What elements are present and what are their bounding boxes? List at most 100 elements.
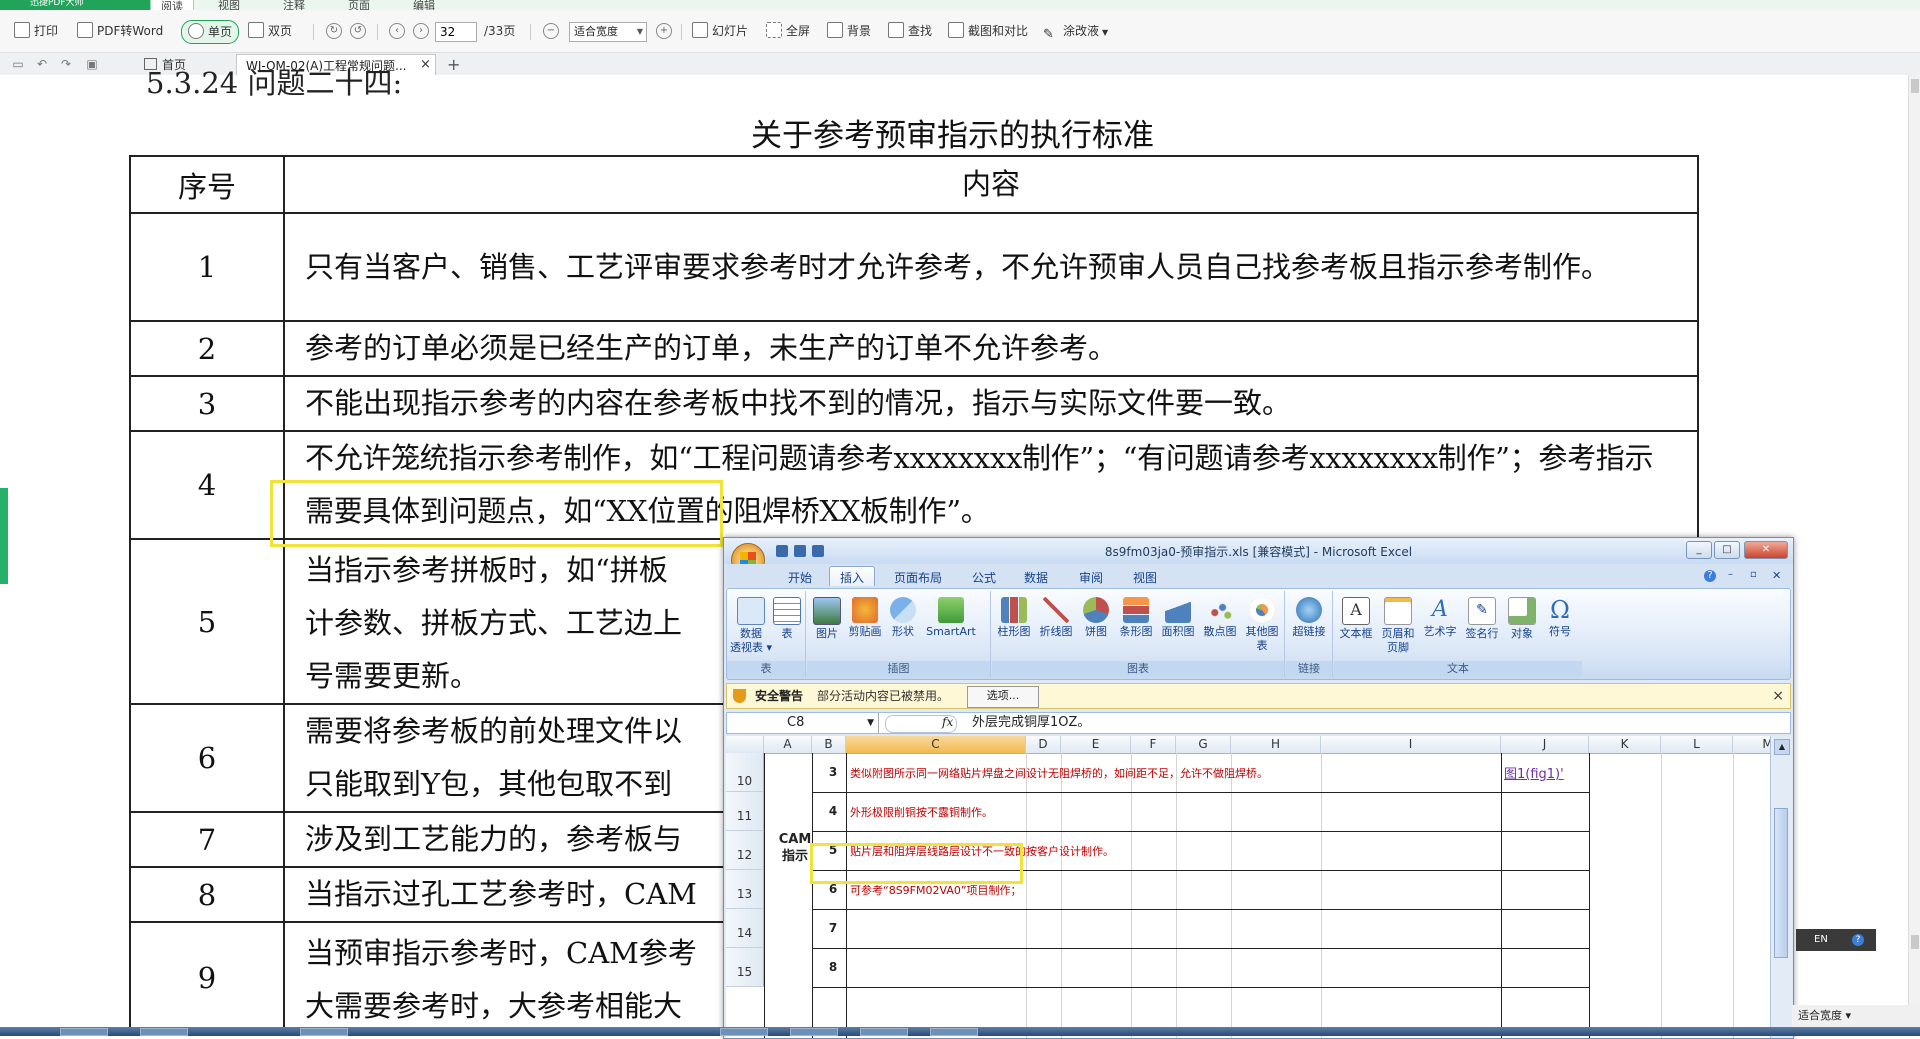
security-options-button[interactable]: 选项...: [967, 686, 1039, 708]
row-header[interactable]: 11: [726, 792, 764, 831]
symbol-button[interactable]: Ω 符号: [1542, 597, 1578, 639]
print-button[interactable]: 打印: [14, 20, 58, 42]
scroll-down-arrow[interactable]: [1911, 935, 1919, 949]
row-header[interactable]: 13: [726, 870, 764, 909]
tab-data[interactable]: 数据: [1024, 569, 1048, 586]
row-header[interactable]: 10: [726, 753, 764, 792]
add-tab-icon[interactable]: +: [447, 55, 460, 74]
column-header[interactable]: H: [1231, 736, 1321, 753]
menu-annotate[interactable]: 注释: [283, 0, 305, 10]
ime-language-bar[interactable]: EN?: [1796, 929, 1876, 951]
close-button[interactable]: ✕: [1744, 541, 1788, 559]
column-header[interactable]: B: [812, 736, 846, 753]
line-chart-button[interactable]: 折线图: [1036, 597, 1076, 639]
cell-index[interactable]: 7: [820, 921, 846, 935]
scroll-up-arrow[interactable]: ▲: [1774, 739, 1790, 755]
ribbon-close-icon[interactable]: ✕: [1772, 569, 1781, 582]
close-tab-icon[interactable]: ×: [420, 57, 431, 72]
menu-read[interactable]: 阅读: [150, 0, 194, 10]
next-page-icon[interactable]: ›: [413, 23, 429, 39]
pivot-table-button[interactable]: 数据 透视表 ▾: [729, 597, 773, 655]
column-header[interactable]: D: [1026, 736, 1061, 753]
signature-line-button[interactable]: ✎ 签名行: [1462, 597, 1502, 641]
excel-window[interactable]: 8s9fm03ja0-预审指示.xls [兼容模式] - Microsoft E…: [723, 537, 1794, 1039]
taskbar-button[interactable]: [300, 1028, 348, 1036]
cell-instruction[interactable]: 外形极限削铜按不露铜制作。: [850, 804, 993, 820]
row-header[interactable]: 14: [726, 909, 764, 948]
smartart-button[interactable]: SmartArt: [921, 597, 981, 639]
redo-icon[interactable]: ↷: [58, 56, 74, 72]
slideshow-button[interactable]: 幻灯片: [692, 20, 748, 42]
scroll-up-arrow[interactable]: [1911, 79, 1919, 93]
tab-page-layout[interactable]: 页面布局: [894, 569, 942, 586]
find-button[interactable]: 查找: [888, 20, 932, 42]
zoom-in-icon[interactable]: +: [656, 23, 672, 39]
object-button[interactable]: 对象: [1504, 597, 1540, 641]
column-header[interactable]: K: [1589, 736, 1661, 753]
header-footer-button[interactable]: 页眉和 页脚: [1378, 597, 1418, 655]
hyperlink-button[interactable]: 超链接: [1289, 597, 1329, 639]
ribbon-minimize-icon[interactable]: –: [1728, 569, 1733, 580]
taskbar-button[interactable]: [140, 1028, 188, 1036]
close-icon[interactable]: ×: [1772, 684, 1784, 708]
fullscreen-button[interactable]: 全屏: [766, 20, 810, 42]
menu-view[interactable]: 视图: [218, 0, 240, 10]
tab-formulas[interactable]: 公式: [972, 569, 996, 586]
column-header[interactable]: A: [764, 736, 812, 753]
background-button[interactable]: 背景: [827, 20, 871, 42]
tab-insert[interactable]: 插入: [829, 566, 876, 586]
zoom-status[interactable]: 适合宽度 ▾: [1792, 1005, 1920, 1027]
column-header[interactable]: L: [1661, 736, 1733, 753]
formula-tools[interactable]: fx: [885, 715, 957, 733]
fx-icon[interactable]: fx: [942, 715, 953, 729]
document-scrollbar[interactable]: [1908, 75, 1920, 1006]
column-header[interactable]: I: [1321, 736, 1501, 753]
picture-button[interactable]: 图片: [811, 597, 843, 641]
save-icon[interactable]: ▣: [84, 56, 100, 72]
row-header[interactable]: 15: [726, 948, 764, 987]
scroll-thumb[interactable]: [1774, 808, 1788, 958]
text-box-button[interactable]: A 文本框: [1336, 597, 1376, 641]
other-charts-button[interactable]: 其他图表: [1242, 597, 1282, 653]
eraser-button[interactable]: ✎ 涂改液 ▼: [1043, 20, 1108, 42]
scatter-chart-button[interactable]: 散点图: [1200, 597, 1240, 639]
open-folder-icon[interactable]: ▭: [10, 56, 26, 72]
name-box[interactable]: C8 ▼: [727, 713, 879, 733]
rotate-cw-icon[interactable]: ↻: [326, 23, 342, 39]
column-header[interactable]: F: [1131, 736, 1176, 753]
excel-scrollbar[interactable]: ▲: [1770, 736, 1792, 1038]
cell-index[interactable]: 4: [820, 804, 846, 818]
table-button[interactable]: 表: [773, 597, 801, 641]
column-header[interactable]: M: [1733, 736, 1770, 753]
double-page-button[interactable]: 双页: [248, 20, 292, 42]
tab-view[interactable]: 视图: [1133, 569, 1157, 586]
pie-chart-button[interactable]: 饼图: [1078, 597, 1114, 639]
cell-index[interactable]: 3: [820, 765, 846, 779]
taskbar-button[interactable]: [790, 1028, 838, 1036]
wordart-button[interactable]: A 艺术字: [1420, 597, 1460, 639]
pdf-to-word-button[interactable]: PDF转Word: [77, 20, 163, 42]
side-panel-toggle[interactable]: [0, 488, 8, 584]
select-all-corner[interactable]: [726, 736, 764, 753]
cell-instruction[interactable]: 可参考“8S9FM02VA0”项目制作；: [850, 882, 1022, 898]
formula-input[interactable]: 外层完成铜厚1OZ。: [972, 713, 1090, 733]
minimize-button[interactable]: _: [1686, 541, 1712, 559]
help-icon[interactable]: ?: [1704, 570, 1716, 582]
tab-review[interactable]: 审阅: [1079, 569, 1103, 586]
column-header[interactable]: C: [846, 736, 1026, 753]
taskbar-button[interactable]: [930, 1028, 978, 1036]
taskbar-button[interactable]: [720, 1028, 768, 1036]
maximize-button[interactable]: □: [1714, 541, 1740, 559]
prev-page-icon[interactable]: ‹: [389, 23, 405, 39]
cell-index[interactable]: 6: [820, 882, 846, 896]
taskbar-button[interactable]: [860, 1028, 908, 1036]
column-header[interactable]: G: [1176, 736, 1231, 753]
excel-title-bar[interactable]: 8s9fm03ja0-预审指示.xls [兼容模式] - Microsoft E…: [724, 538, 1793, 564]
menu-edit[interactable]: 编辑: [413, 0, 435, 10]
shapes-button[interactable]: 形状: [887, 597, 919, 639]
row-header[interactable]: 12: [726, 831, 764, 870]
column-header[interactable]: J: [1501, 736, 1589, 753]
zoom-select[interactable]: 适合宽度 ▼: [569, 22, 647, 42]
cell-index[interactable]: 8: [820, 960, 846, 974]
area-chart-button[interactable]: 面积图: [1158, 597, 1198, 639]
